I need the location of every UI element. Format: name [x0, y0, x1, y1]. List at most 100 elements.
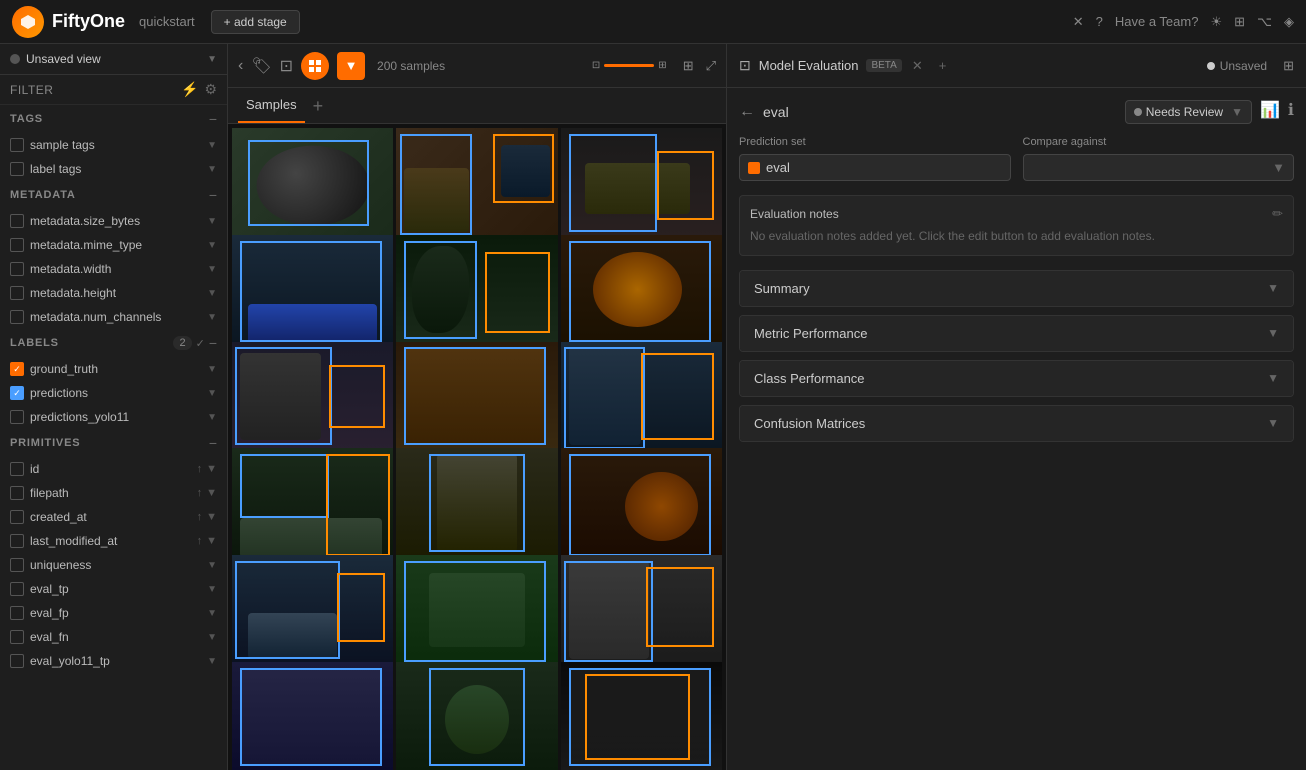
last-modified-checkbox[interactable] [10, 534, 24, 548]
image-cell-5[interactable] [396, 235, 557, 350]
summary-header[interactable]: Summary ▼ [740, 271, 1293, 306]
sidebar-item-ground-truth[interactable]: ✓ ground_truth ▼ [0, 357, 227, 381]
sidebar-item-filepath[interactable]: filepath ↑▼ [0, 481, 227, 505]
sidebar-item-eval-tp[interactable]: eval_tp ▼ [0, 577, 227, 601]
panel-grid-icon[interactable]: ⊞ [1283, 58, 1294, 74]
mime-type-checkbox[interactable] [10, 238, 24, 252]
primitives-section-header[interactable]: PRIMITIVES − [0, 429, 227, 457]
sun-icon[interactable]: ☀ [1210, 14, 1222, 30]
image-cell-7[interactable] [232, 342, 393, 457]
created-at-checkbox[interactable] [10, 510, 24, 524]
height-checkbox[interactable] [10, 286, 24, 300]
sidebar-item-predictions-yolo11[interactable]: predictions_yolo11 ▼ [0, 405, 227, 429]
needs-review-button[interactable]: Needs Review ▼ [1125, 100, 1252, 124]
labels-icon[interactable]: ⊡ [280, 56, 293, 76]
zoom-slider[interactable]: ⊡ ⊞ [592, 60, 667, 71]
metric-performance-header[interactable]: Metric Performance ▼ [740, 316, 1293, 351]
sample-tags-checkbox[interactable] [10, 138, 24, 152]
image-cell-15[interactable] [561, 555, 722, 670]
sidebar-item-created-at[interactable]: created_at ↑▼ [0, 505, 227, 529]
compare-against-label: Compare against [1023, 136, 1295, 148]
back-button[interactable]: ← [739, 103, 755, 121]
ground-truth-checkbox[interactable]: ✓ [10, 362, 24, 376]
zoom-track[interactable] [604, 64, 654, 67]
panel-close-button[interactable]: ✕ [912, 58, 923, 74]
grid-toggle-icon[interactable]: ⊞ [683, 58, 694, 74]
view-mode-circle-button[interactable] [301, 52, 329, 80]
sidebar-item-label-tags[interactable]: label tags ▼ [0, 157, 227, 181]
tag-icon[interactable]: 🏷 [251, 56, 271, 76]
info-icon[interactable]: ℹ [1288, 100, 1294, 124]
predictions-checkbox[interactable]: ✓ [10, 386, 24, 400]
image-cell-1[interactable] [232, 128, 393, 243]
close-icon[interactable]: ✕ [1073, 14, 1084, 30]
predictions-yolo11-checkbox[interactable] [10, 410, 24, 424]
sidebar-item-width[interactable]: metadata.width ▼ [0, 257, 227, 281]
label-tags-checkbox[interactable] [10, 162, 24, 176]
compare-against-input[interactable]: ▼ [1023, 154, 1295, 181]
notes-edit-button[interactable]: ✏ [1272, 206, 1283, 222]
sidebar-item-id[interactable]: id ↑▼ [0, 457, 227, 481]
metadata-section-header[interactable]: METADATA − [0, 181, 227, 209]
sidebar-item-sample-tags[interactable]: sample tags ▼ [0, 133, 227, 157]
sidebar-item-last-modified[interactable]: last_modified_at ↑▼ [0, 529, 227, 553]
image-cell-11[interactable] [396, 448, 557, 563]
filepath-checkbox[interactable] [10, 486, 24, 500]
uniqueness-checkbox[interactable] [10, 558, 24, 572]
add-panel-button[interactable]: + [313, 97, 324, 115]
image-cell-9[interactable] [561, 342, 722, 457]
github-icon[interactable]: ⌥ [1257, 14, 1272, 30]
labels-section-header[interactable]: LABELS 2 ✓ − [0, 329, 227, 357]
lightning-icon[interactable]: ⚡ [181, 81, 198, 98]
image-cell-3[interactable] [561, 128, 722, 243]
image-cell-16[interactable] [232, 662, 393, 770]
class-performance-header[interactable]: Class Performance ▼ [740, 361, 1293, 396]
id-checkbox[interactable] [10, 462, 24, 476]
tags-section-header[interactable]: TAGS − [0, 105, 227, 133]
sidebar-item-eval-yolo11-tp[interactable]: eval_yolo11_tp ▼ [0, 649, 227, 673]
eval-tp-checkbox[interactable] [10, 582, 24, 596]
class-performance-arrow: ▼ [1267, 371, 1279, 385]
prediction-set-input[interactable]: eval [739, 154, 1011, 181]
add-stage-button[interactable]: + add stage [211, 10, 300, 34]
view-selector[interactable]: Unsaved view ▼ [0, 44, 227, 75]
help-icon[interactable]: ? [1096, 14, 1103, 29]
sidebar-item-eval-fp[interactable]: eval_fp ▼ [0, 601, 227, 625]
size-bytes-checkbox[interactable] [10, 214, 24, 228]
num-channels-checkbox[interactable] [10, 310, 24, 324]
image-cell-17[interactable] [396, 662, 557, 770]
image-cell-4[interactable] [232, 235, 393, 350]
app-logo[interactable] [12, 6, 44, 38]
image-cell-10[interactable] [232, 448, 393, 563]
eval-yolo11-tp-checkbox[interactable] [10, 654, 24, 668]
confusion-matrices-header[interactable]: Confusion Matrices ▼ [740, 406, 1293, 441]
have-a-team[interactable]: Have a Team? [1115, 14, 1199, 29]
sidebar-item-mime-type[interactable]: metadata.mime_type ▼ [0, 233, 227, 257]
image-cell-18[interactable] [561, 662, 722, 770]
sidebar-item-predictions[interactable]: ✓ predictions ▼ [0, 381, 227, 405]
discord-icon[interactable]: ◈ [1284, 14, 1294, 30]
sidebar-item-height[interactable]: metadata.height ▼ [0, 281, 227, 305]
image-cell-2[interactable] [396, 128, 557, 243]
image-cell-14[interactable] [396, 555, 557, 670]
sidebar-item-num-channels[interactable]: metadata.num_channels ▼ [0, 305, 227, 329]
sidebar-item-uniqueness[interactable]: uniqueness ▼ [0, 553, 227, 577]
eval-fn-checkbox[interactable] [10, 630, 24, 644]
panel-add-button[interactable]: + [939, 58, 947, 73]
grid-icon[interactable]: ⊞ [1234, 14, 1245, 30]
fullscreen-icon[interactable]: ⤢ [706, 58, 716, 74]
chart-icon[interactable]: 📊 [1260, 100, 1280, 124]
sidebar-item-eval-fn[interactable]: eval_fn ▼ [0, 625, 227, 649]
width-checkbox[interactable] [10, 262, 24, 276]
sidebar-item-size-bytes[interactable]: metadata.size_bytes ▼ [0, 209, 227, 233]
settings-icon[interactable]: ⚙ [204, 81, 217, 98]
image-cell-13[interactable] [232, 555, 393, 670]
samples-nav-back[interactable]: ‹ [238, 57, 243, 75]
unsaved-indicator: Unsaved [1207, 59, 1267, 73]
image-cell-12[interactable] [561, 448, 722, 563]
image-cell-6[interactable] [561, 235, 722, 350]
eval-fp-checkbox[interactable] [10, 606, 24, 620]
image-cell-8[interactable] [396, 342, 557, 457]
samples-tab[interactable]: Samples [238, 88, 305, 123]
list-view-button[interactable]: ▼ [337, 52, 365, 80]
